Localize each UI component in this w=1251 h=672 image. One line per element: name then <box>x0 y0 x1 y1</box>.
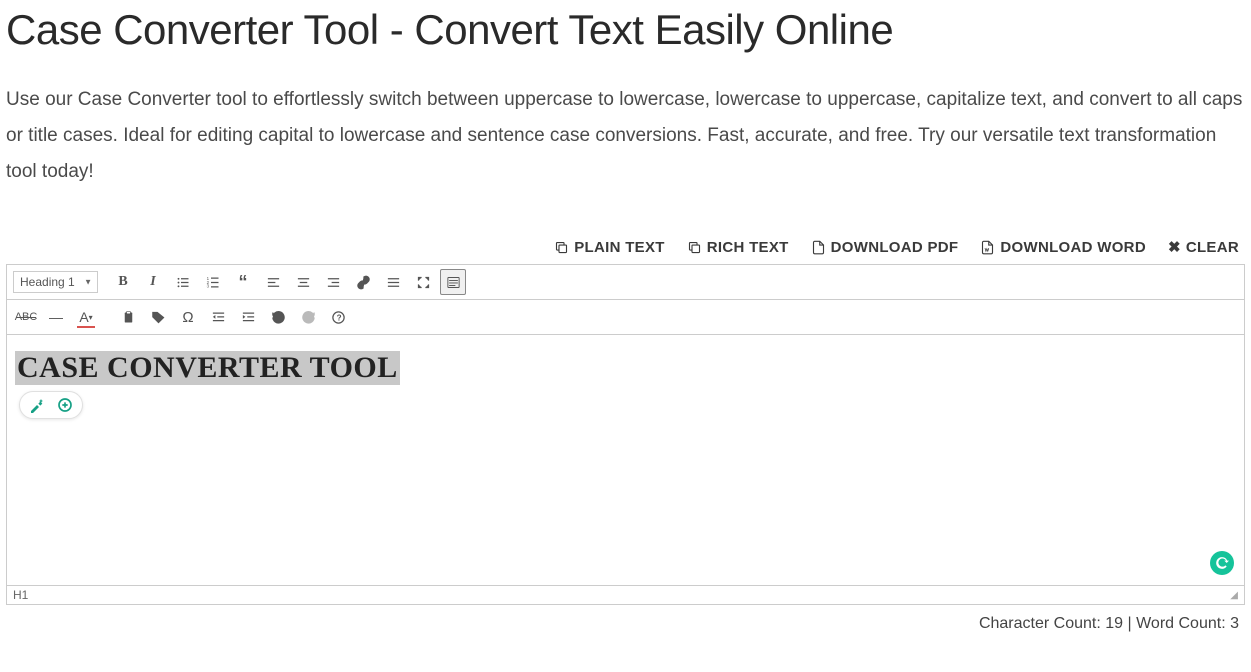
ai-plus-icon[interactable] <box>56 396 74 414</box>
fullscreen-button[interactable] <box>410 269 436 295</box>
bullet-list-button[interactable] <box>170 269 196 295</box>
rich-text-button[interactable]: RICH TEXT <box>687 238 789 256</box>
strikethrough-button[interactable]: ABC <box>13 304 39 330</box>
download-pdf-button[interactable]: DOWNLOAD PDF <box>811 238 959 256</box>
bold-button[interactable]: B <box>110 269 136 295</box>
char-count-value: 19 <box>1105 615 1123 632</box>
copy-icon <box>554 240 569 255</box>
page-title: Case Converter Tool - Convert Text Easil… <box>6 6 1245 54</box>
file-pdf-icon <box>811 240 826 255</box>
editor-heading-text[interactable]: CASE CONVERTER TOOL <box>15 351 400 385</box>
align-right-button[interactable] <box>320 269 346 295</box>
editor-toolbar-row2: ABC — A▾ Ω ? <box>7 300 1244 335</box>
svg-text:3: 3 <box>206 283 209 288</box>
rich-text-label: RICH TEXT <box>707 239 789 256</box>
close-icon: ✖ <box>1168 238 1181 256</box>
count-bar: Character Count: 19 | Word Count: 3 <box>6 605 1245 633</box>
file-word-icon <box>980 240 995 255</box>
count-separator: | <box>1128 615 1137 632</box>
word-count-value: 3 <box>1230 615 1239 632</box>
editor-content-area[interactable]: CASE CONVERTER TOOL <box>7 335 1244 585</box>
code-view-button[interactable] <box>440 269 466 295</box>
grammarly-icon[interactable] <box>1210 551 1234 575</box>
plain-text-button[interactable]: PLAIN TEXT <box>554 238 665 256</box>
help-button[interactable]: ? <box>325 304 351 330</box>
undo-button[interactable] <box>265 304 291 330</box>
clear-label: CLEAR <box>1186 239 1239 256</box>
align-center-button[interactable] <box>290 269 316 295</box>
redo-button[interactable] <box>295 304 321 330</box>
horizontal-rule-button[interactable]: — <box>43 304 69 330</box>
quote-button[interactable]: “ <box>230 269 256 295</box>
align-justify-button[interactable] <box>380 269 406 295</box>
tag-button[interactable] <box>145 304 171 330</box>
ordered-list-button[interactable]: 123 <box>200 269 226 295</box>
word-count-label: Word Count: <box>1136 615 1226 632</box>
outdent-button[interactable] <box>205 304 231 330</box>
link-button[interactable] <box>350 269 376 295</box>
resize-handle-icon[interactable]: ◢ <box>1230 590 1238 601</box>
page-description: Use our Case Converter tool to effortles… <box>6 82 1245 190</box>
align-left-button[interactable] <box>260 269 286 295</box>
ai-wand-icon[interactable] <box>28 396 46 414</box>
special-char-button[interactable]: Ω <box>175 304 201 330</box>
indent-button[interactable] <box>235 304 261 330</box>
download-word-label: DOWNLOAD WORD <box>1000 239 1146 256</box>
download-pdf-label: DOWNLOAD PDF <box>831 239 959 256</box>
plain-text-label: PLAIN TEXT <box>574 239 665 256</box>
status-tag: H1 <box>13 588 28 602</box>
editor-status-bar: H1 ◢ <box>7 585 1244 604</box>
italic-button[interactable]: I <box>140 269 166 295</box>
heading-select[interactable]: Heading 1 <box>13 271 98 293</box>
paste-button[interactable] <box>115 304 141 330</box>
download-word-button[interactable]: DOWNLOAD WORD <box>980 238 1146 256</box>
font-color-button[interactable]: A▾ <box>73 304 99 330</box>
clear-button[interactable]: ✖ CLEAR <box>1168 238 1239 256</box>
char-count-label: Character Count: <box>979 615 1101 632</box>
action-bar: PLAIN TEXT RICH TEXT DOWNLOAD PDF DOWNLO… <box>6 238 1245 256</box>
editor-container: Heading 1 B I 123 “ ABC — A▾ Ω <box>6 264 1245 605</box>
svg-text:?: ? <box>336 313 341 322</box>
copy-icon <box>687 240 702 255</box>
floating-ai-tools <box>19 391 83 419</box>
editor-toolbar-row1: Heading 1 B I 123 “ <box>7 265 1244 300</box>
